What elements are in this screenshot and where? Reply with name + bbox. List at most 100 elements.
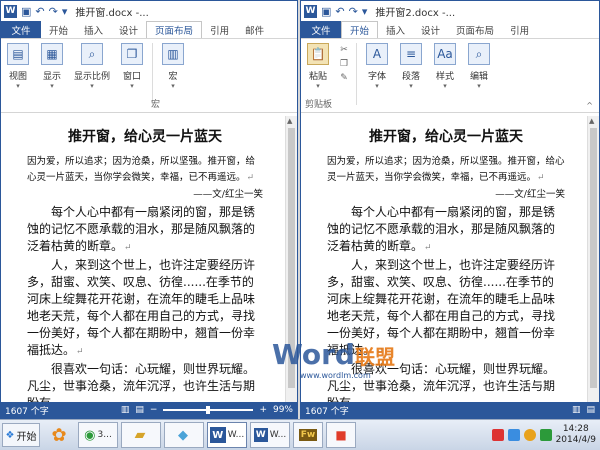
system-clock[interactable]: 14:28 2014/4/9: [556, 424, 596, 446]
taskbar: ❖ 开始 ✿ ◉ 3... ▰ ◆ W W... W W... Fw ■ 14:…: [0, 419, 600, 450]
scrollbar-thumb[interactable]: [288, 128, 295, 388]
collapse-ribbon-icon[interactable]: ^: [586, 101, 593, 110]
paragraph: 人，来到这个世上，也许注定要经历许多，甜蜜、欢笑、叹息、彷徨......在季节的…: [327, 258, 556, 357]
print-layout-icon[interactable]: ▤: [135, 405, 144, 415]
app-icon: ✿: [51, 424, 67, 446]
word-window-left: W ▣ ↶ ↷ ▾ 推开窗.docx -... 文件 开始 插入 设计 页面布局…: [0, 0, 298, 419]
tab-page-layout[interactable]: 页面布局: [146, 21, 203, 38]
save-icon[interactable]: ▣: [21, 5, 31, 18]
zoom-out-icon[interactable]: −: [150, 405, 158, 415]
customize-quick-access-icon[interactable]: ▾: [62, 5, 68, 18]
word-count[interactable]: 1607 个字: [5, 404, 49, 417]
word-count[interactable]: 1607 个字: [305, 404, 349, 417]
print-layout-icon[interactable]: ▤: [586, 405, 595, 415]
window-button[interactable]: ❐ 窗口 ▾: [117, 43, 147, 112]
chevron-down-icon: ▾: [375, 82, 379, 90]
taskbar-item-app-2[interactable]: ■: [326, 422, 356, 448]
format-painter-icon[interactable]: ✎: [340, 71, 348, 85]
status-bar: 1607 个字 ▥ ▤: [301, 402, 599, 418]
zoom-slider-knob[interactable]: [206, 406, 211, 414]
vertical-scrollbar[interactable]: ▲: [587, 116, 599, 402]
undo-icon[interactable]: ↶: [35, 5, 44, 18]
view-icon: ▤: [7, 43, 29, 65]
word-icon: W: [253, 428, 268, 442]
fireworks-icon: Fw: [298, 429, 318, 441]
paragraph-button[interactable]: ≡ 段落 ▾: [396, 43, 426, 112]
tab-design[interactable]: 设计: [111, 21, 146, 38]
view-button[interactable]: ▤ 视图 ▾: [3, 43, 33, 112]
tray-app-icon[interactable]: [491, 429, 504, 441]
paragraph: 很喜欢一句话：心玩耀，则世界玩耀。凡尘，世事沧桑，流年沉浮，也许生活与期盼有: [327, 362, 556, 402]
tab-home[interactable]: 开始: [41, 21, 76, 38]
cut-icon[interactable]: ✂: [340, 43, 348, 57]
zoom-slider[interactable]: [163, 406, 254, 414]
styles-button[interactable]: Aa 样式 ▾: [430, 43, 460, 112]
tab-home[interactable]: 开始: [341, 21, 379, 38]
start-button[interactable]: ❖ 开始: [2, 423, 40, 447]
paragraph: 每个人心中都有一扇紧闭的窗，那是锈蚀的记忆不愿承载的泪水，那是随风飘落的泛着枯黄…: [27, 205, 256, 253]
paragraph: 人，来到这个世上，也许注定要经历许多，甜蜜、欢笑、叹息、彷徨......在季节的…: [27, 258, 256, 357]
redo-icon[interactable]: ↷: [49, 5, 58, 18]
chevron-down-icon: ▾: [171, 82, 175, 90]
scrollbar-thumb[interactable]: [590, 128, 597, 388]
tab-mailings[interactable]: 邮件: [237, 21, 272, 38]
tab-file[interactable]: 文件: [301, 21, 341, 38]
tray-network-icon[interactable]: [539, 429, 552, 441]
tab-references[interactable]: 引用: [502, 21, 537, 38]
group-label-clipboard: 剪贴板: [305, 100, 333, 110]
scroll-up-icon[interactable]: ▲: [589, 117, 594, 125]
ribbon: ▤ 视图 ▾ ▦ 显示 ▾ ⌕ 显示比例 ▾ ❐ 窗口 ▾ ▥ 宏 ▾ 宏: [1, 38, 297, 113]
editing-button[interactable]: ⌕ 编辑 ▾: [464, 43, 494, 112]
macro-icon: ▥: [162, 43, 184, 65]
zoom-in-icon[interactable]: +: [259, 405, 267, 415]
zoom-level[interactable]: 99%: [273, 405, 293, 415]
quick-launch-icon[interactable]: ✿: [43, 422, 75, 448]
macro-button[interactable]: ▥ 宏 ▾: [158, 43, 188, 112]
title-bar[interactable]: W ▣ ↶ ↷ ▾ 推开窗2.docx -...: [301, 1, 599, 21]
window-title: 推开窗2.docx -...: [375, 7, 456, 19]
tray-app-icon[interactable]: [507, 429, 520, 441]
chevron-down-icon: ▾: [477, 82, 481, 90]
paragraph-icon: ≡: [400, 43, 422, 65]
vertical-scrollbar[interactable]: ▲: [285, 116, 297, 402]
paragraph: 很喜欢一句话：心玩耀，则世界玩耀。凡尘，世事沧桑，流年沉浮，也许生活与期盼有: [27, 362, 256, 402]
document-intro: 因为爱，所以追求；因为沧桑，所以坚强。推开窗，给心灵一片蓝天，当你学会微笑，幸福…: [27, 156, 256, 183]
tab-file[interactable]: 文件: [1, 21, 41, 38]
document-title: 推开窗，给心灵一片蓝天: [369, 129, 523, 145]
read-mode-icon[interactable]: ▥: [572, 405, 581, 415]
zoom-button[interactable]: ⌕ 显示比例 ▾: [71, 43, 113, 112]
clipboard-small-buttons: ✂ ❐ ✎: [337, 43, 351, 112]
customize-quick-access-icon[interactable]: ▾: [362, 5, 368, 18]
tray-app-icon[interactable]: [523, 429, 536, 441]
undo-icon[interactable]: ↶: [335, 5, 344, 18]
tab-insert[interactable]: 插入: [76, 21, 111, 38]
word-window-right: W ▣ ↶ ↷ ▾ 推开窗2.docx -... 文件 开始 插入 设计 页面布…: [300, 0, 600, 419]
taskbar-item-fw[interactable]: Fw: [293, 422, 323, 448]
taskbar-item-browser[interactable]: ◉ 3...: [78, 422, 118, 448]
title-bar[interactable]: W ▣ ↶ ↷ ▾ 推开窗.docx -...: [1, 1, 297, 21]
chevron-down-icon: ▾: [443, 82, 447, 90]
read-mode-icon[interactable]: ▥: [121, 405, 130, 415]
ribbon-tabs: 文件 开始 插入 设计 页面布局 引用: [301, 21, 599, 38]
taskbar-item-word[interactable]: W W...: [207, 422, 247, 448]
show-button[interactable]: ▦ 显示 ▾: [37, 43, 67, 112]
save-icon[interactable]: ▣: [321, 5, 331, 18]
taskbar-item-folder[interactable]: ▰: [121, 422, 161, 448]
tab-design[interactable]: 设计: [413, 21, 448, 38]
scroll-up-icon[interactable]: ▲: [287, 117, 292, 125]
taskbar-item-word-2[interactable]: W W...: [250, 422, 290, 448]
document-area[interactable]: 推开窗，给心灵一片蓝天 因为爱，所以追求；因为沧桑，所以坚强。推开窗，给心灵一片…: [1, 116, 285, 402]
font-button[interactable]: A 字体 ▾: [362, 43, 392, 112]
document-area[interactable]: 推开窗，给心灵一片蓝天 因为爱，所以追求；因为沧桑，所以坚强。推开窗，给心灵一片…: [301, 116, 587, 402]
ribbon-tabs: 文件 开始 插入 设计 页面布局 引用 邮件: [1, 21, 297, 38]
copy-icon[interactable]: ❐: [340, 57, 348, 71]
editing-icon: ⌕: [468, 43, 490, 65]
paragraph: 每个人心中都有一扇紧闭的窗，那是锈蚀的记忆不愿承载的泪水，那是随风飘落的泛着枯黄…: [327, 205, 556, 253]
tab-insert[interactable]: 插入: [378, 21, 413, 38]
tab-page-layout[interactable]: 页面布局: [448, 21, 502, 38]
redo-icon[interactable]: ↷: [349, 5, 358, 18]
chevron-down-icon: ▾: [16, 82, 20, 90]
taskbar-item-app[interactable]: ◆: [164, 422, 204, 448]
tab-references[interactable]: 引用: [202, 21, 237, 38]
window-icon: ❐: [121, 43, 143, 65]
